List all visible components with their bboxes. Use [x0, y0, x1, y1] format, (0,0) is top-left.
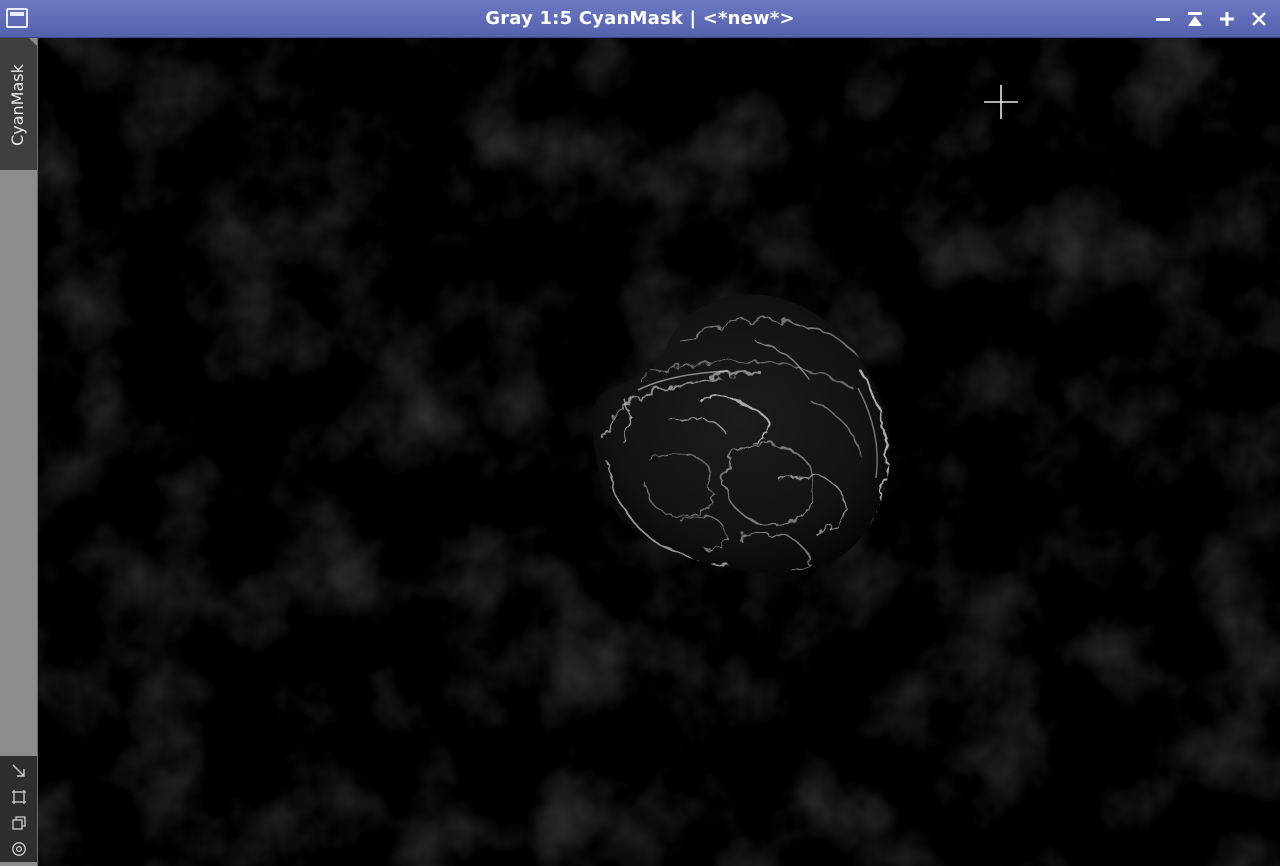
target-tool-button[interactable] — [10, 840, 28, 858]
image-canvas[interactable] — [38, 38, 1280, 866]
clone-tool-button[interactable] — [10, 814, 28, 832]
nebula-image — [38, 38, 1280, 866]
diagonal-arrow-icon — [12, 764, 25, 777]
fit-tool-button[interactable] — [10, 788, 28, 806]
close-icon — [1252, 12, 1266, 26]
fit-frame-icon — [11, 790, 26, 804]
shade-icon — [1188, 12, 1202, 26]
view-sidebar: CyanMask — [0, 38, 38, 866]
title-bar[interactable]: Gray 1:5 CyanMask | <*new*> — [0, 0, 1280, 38]
shade-button[interactable] — [1182, 6, 1208, 32]
crosshair-icon — [984, 85, 1018, 119]
image-window: Gray 1:5 CyanMask | <*new*> CyanMask — [0, 0, 1280, 866]
clone-icon — [11, 816, 26, 830]
minus-icon — [1156, 18, 1170, 21]
maximize-button[interactable] — [1214, 6, 1240, 32]
sidebar-tools — [0, 756, 37, 862]
window-buttons — [1150, 0, 1272, 38]
resize-tool-button[interactable] — [10, 762, 28, 780]
plus-icon — [1220, 12, 1234, 26]
window-title: Gray 1:5 CyanMask | <*new*> — [485, 8, 795, 29]
close-button[interactable] — [1246, 6, 1272, 32]
minimize-button[interactable] — [1150, 6, 1176, 32]
target-icon — [11, 842, 26, 856]
view-tab-label: CyanMask — [8, 64, 27, 146]
view-tab-cyanmask[interactable]: CyanMask — [0, 38, 37, 170]
